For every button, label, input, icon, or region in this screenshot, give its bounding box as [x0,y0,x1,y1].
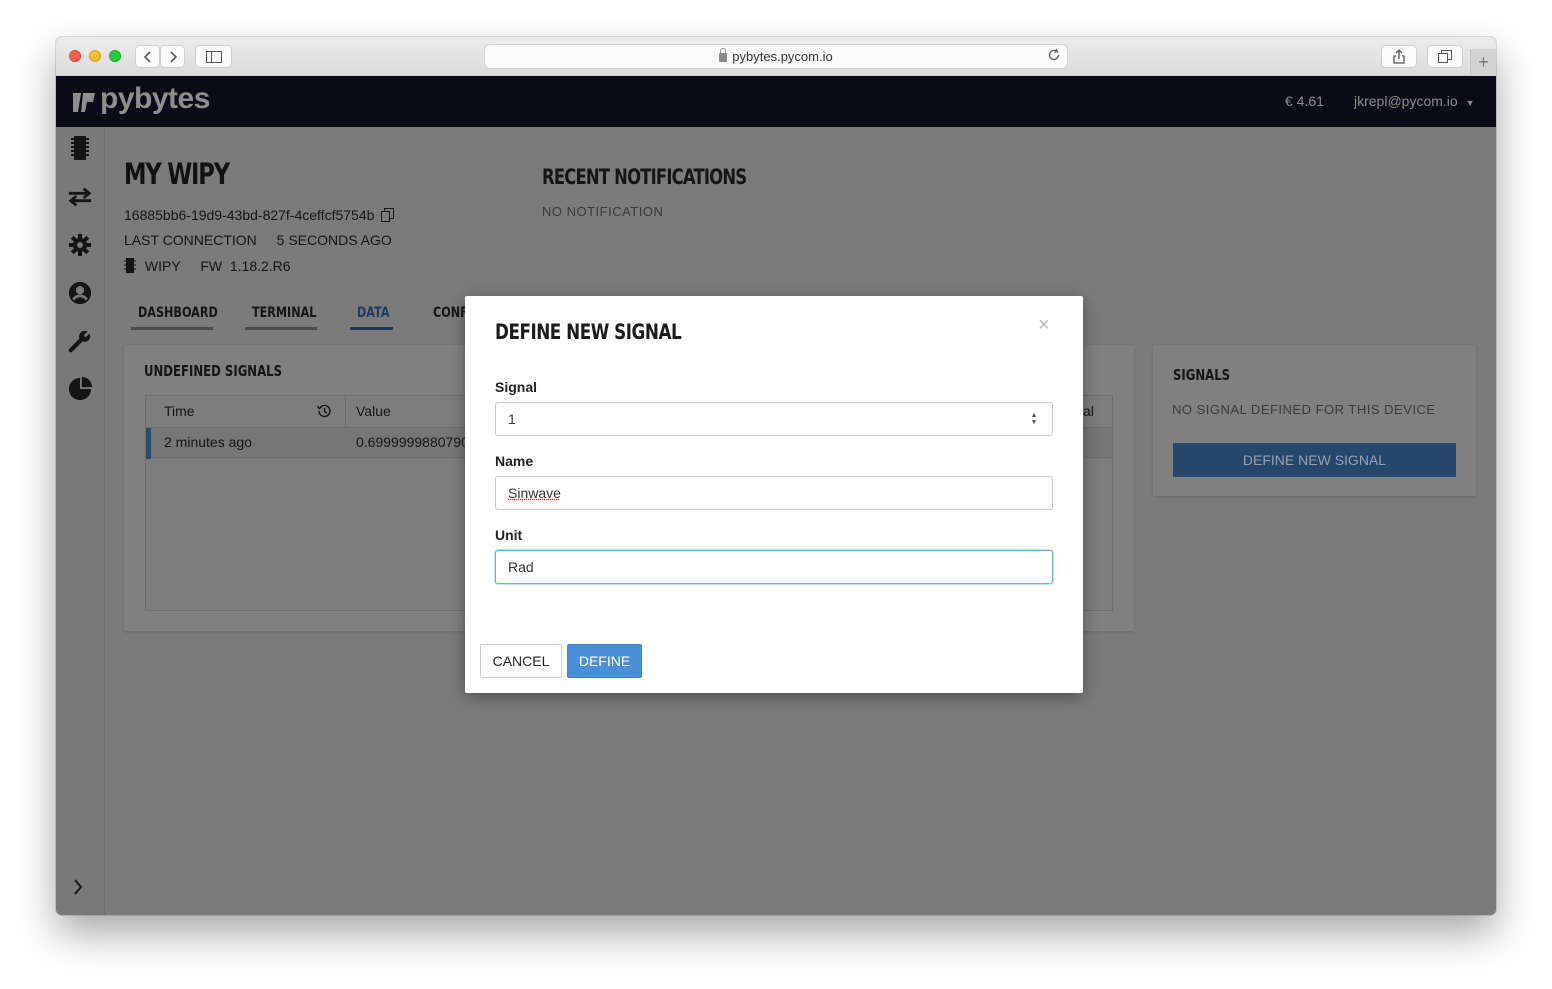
app-header: pybytes € 4.61 jkrepl@pycom.io ▼ [56,76,1496,127]
sidebar-toggle-icon [205,50,222,63]
device-chip-icon [124,258,136,276]
unit-input[interactable] [495,550,1053,584]
unit-label: Unit [495,527,523,543]
copy-icon[interactable] [381,208,395,225]
share-icon [1393,49,1405,64]
reload-icon[interactable] [1047,48,1061,65]
transfer-arrows-icon [68,187,92,207]
device-id: 16885bb6-19d9-43bd-827f-4ceffcf5754b [124,207,395,225]
column-header-time[interactable]: Time [164,396,195,427]
sidebar-item-settings[interactable] [68,233,92,257]
tab-data-underline [350,327,393,330]
notifications-empty: NO NOTIFICATION [542,204,664,219]
device-chip-icon [71,136,89,160]
url-text: pybytes.pycom.io [732,49,833,64]
logo-text: pybytes [100,82,210,115]
modal-title: DEFINE NEW SIGNAL [495,320,682,344]
device-title: MY WIPY [124,157,230,191]
sidebar-toggle-button[interactable] [195,45,232,68]
zoom-window-button[interactable] [109,50,121,62]
define-button[interactable]: DEFINE [567,644,642,678]
close-icon[interactable]: × [1038,314,1050,337]
minimize-window-button[interactable] [89,50,101,62]
name-label: Name [495,453,534,469]
signals-title: SIGNALS [1173,366,1231,384]
cell-time: 2 minutes ago [164,434,252,450]
device-firmware: FW 1.18.2.R6 [200,258,291,274]
cell-value: 0.6999999880790 [356,434,469,450]
wrench-icon [68,328,92,353]
signals-empty-text: NO SIGNAL DEFINED FOR THIS DEVICE [1172,402,1436,417]
column-header-value[interactable]: Value [356,396,391,427]
account-balance: € 4.61 [1285,93,1324,109]
define-signal-modal: DEFINE NEW SIGNAL × Signal ▲▼ Name Unit … [465,296,1083,693]
device-meta: WIPY FW 1.18.2.R6 [124,258,291,276]
forward-button[interactable] [160,45,185,68]
sidebar-item-tools[interactable] [68,328,92,353]
chevron-left-icon [143,50,151,63]
device-type: WIPY [144,258,181,274]
user-menu[interactable]: jkrepl@pycom.io ▼ [1354,93,1475,109]
device-id-text: 16885bb6-19d9-43bd-827f-4ceffcf5754b [124,207,375,223]
sidebar [56,127,105,915]
user-icon [68,281,92,305]
cancel-button[interactable]: CANCEL [480,644,562,678]
plus-icon: + [1478,52,1489,72]
pybytes-logo-icon [73,93,95,112]
undefined-signals-title: UNDEFINED SIGNALS [144,362,283,380]
gear-icon [69,234,91,256]
define-new-signal-button[interactable]: DEFINE NEW SIGNAL [1173,443,1456,477]
sidebar-item-devices[interactable] [68,136,92,160]
last-connection-value: 5 SECONDS AGO [276,232,392,248]
browser-window: pybytes.pycom.io + pybytes € 4.61 jkrepl… [56,37,1496,915]
chevron-right-icon [74,879,83,895]
pybytes-logo[interactable]: pybytes [72,82,210,116]
number-stepper-icon[interactable]: ▲ ▼ [1027,410,1041,428]
notifications-title: RECENT NOTIFICATIONS [542,165,747,189]
address-bar[interactable]: pybytes.pycom.io [484,44,1068,69]
close-window-button[interactable] [69,50,81,62]
pie-chart-icon [68,377,92,401]
column-header-signal[interactable]: al [1083,396,1094,427]
tabs-button[interactable] [1427,45,1463,68]
sidebar-item-account[interactable] [68,281,92,305]
sidebar-item-transfer[interactable] [68,185,92,209]
caret-down-icon: ▼ [1465,98,1475,108]
row-selected-marker [146,428,151,459]
signal-label: Signal [495,379,538,395]
chevron-right-icon [169,50,177,63]
sidebar-expand-button[interactable] [73,875,83,901]
history-icon[interactable] [316,403,332,424]
last-connection-label: LAST CONNECTION [124,232,257,248]
share-button[interactable] [1381,45,1417,68]
signal-number-input[interactable] [495,402,1053,436]
back-button[interactable] [135,45,160,68]
tab-dashboard[interactable]: DASHBOARD [138,305,218,326]
sidebar-item-analytics[interactable] [68,377,92,401]
tab-terminal[interactable]: TERMINAL [252,305,316,326]
tab-data[interactable]: DATA [357,305,390,326]
browser-toolbar: pybytes.pycom.io + [56,37,1496,76]
last-connection: LAST CONNECTION 5 SECONDS AGO [124,232,392,248]
user-email: jkrepl@pycom.io [1354,93,1458,109]
tab-terminal-underline [245,327,317,330]
signals-card: SIGNALS NO SIGNAL DEFINED FOR THIS DEVIC… [1153,345,1476,496]
name-input[interactable] [495,476,1053,510]
lock-icon [719,48,728,62]
tab-dashboard-underline [131,327,213,330]
tabs-icon [1438,50,1452,63]
new-tab-button[interactable]: + [1470,49,1496,76]
